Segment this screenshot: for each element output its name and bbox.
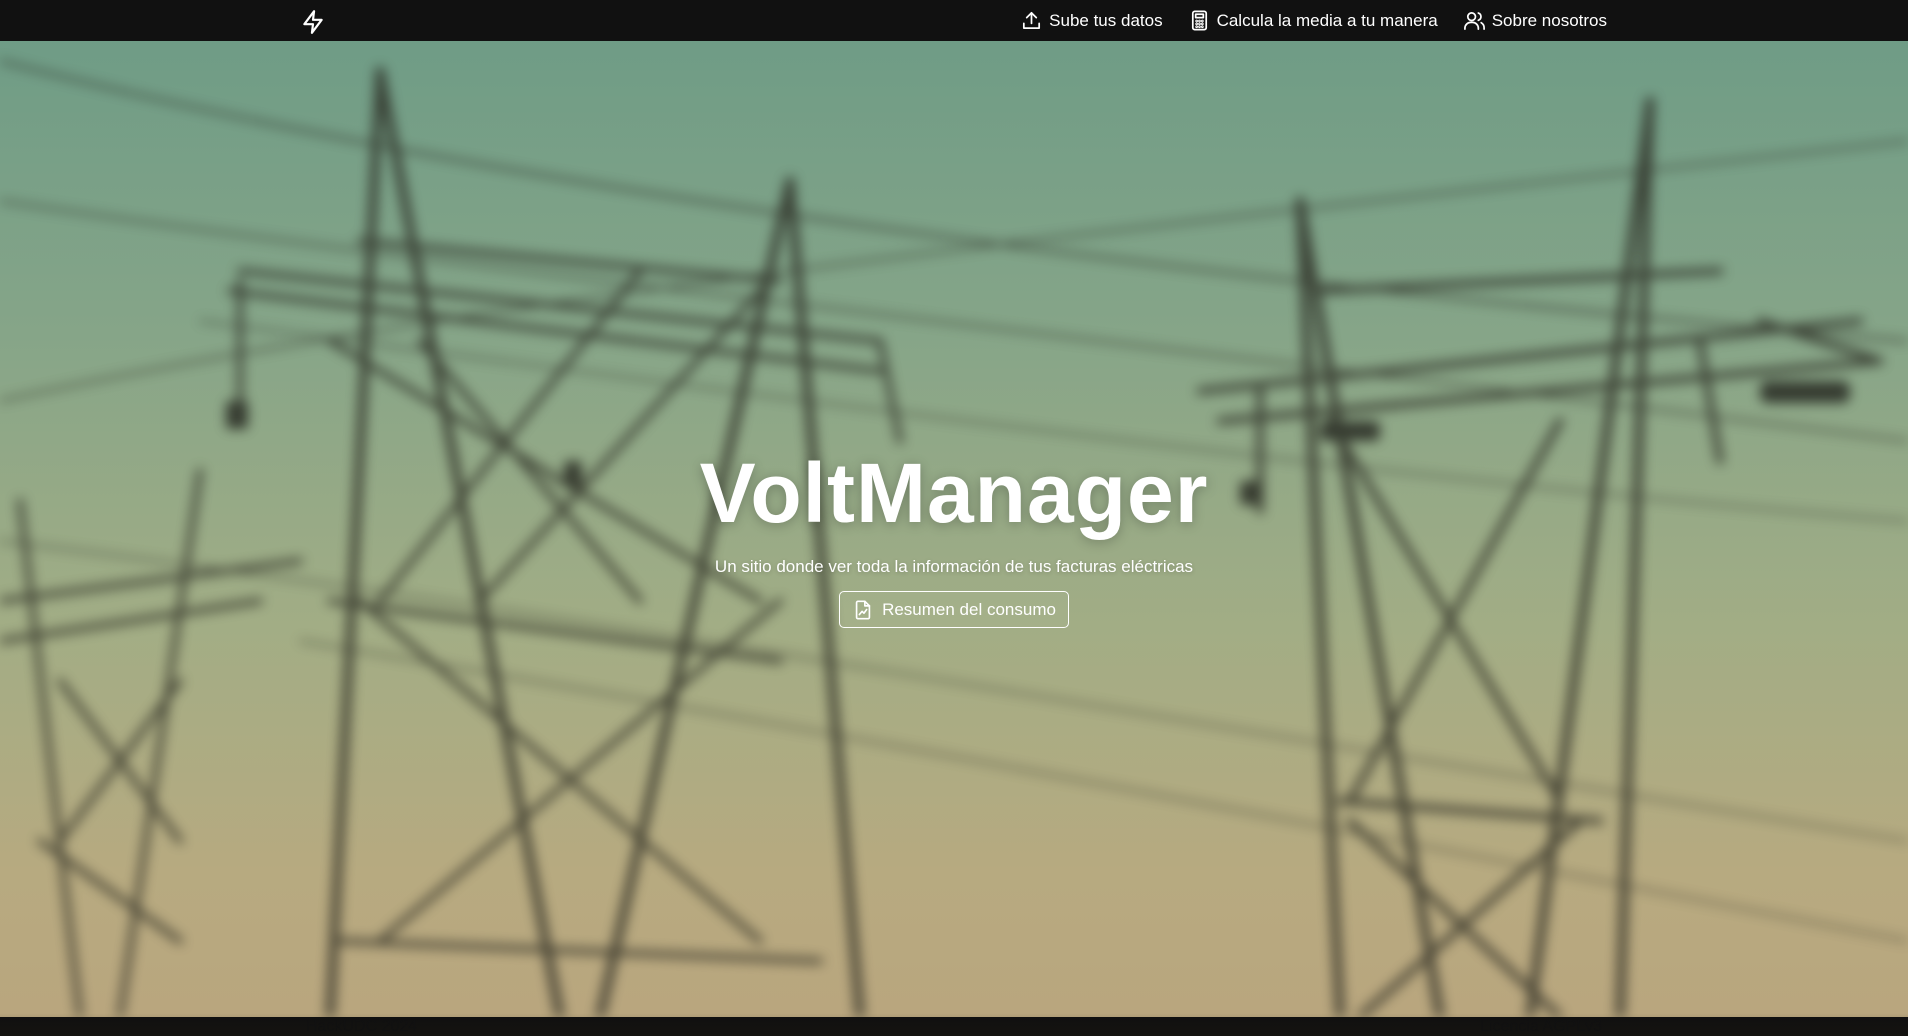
nav-item-upload[interactable]: Sube tus datos bbox=[1020, 9, 1163, 32]
nav-item-label: Sube tus datos bbox=[1049, 10, 1163, 30]
calculator-icon bbox=[1191, 10, 1207, 31]
top-navbar: Sube tus datos Calcula la media a tu man… bbox=[0, 0, 1908, 41]
file-chart-icon bbox=[855, 599, 871, 620]
nav-item-calculate[interactable]: Calcula la media a tu manera bbox=[1188, 9, 1438, 32]
upload-icon bbox=[1023, 11, 1041, 30]
hero-subtitle: Un sitio donde ver toda la información d… bbox=[714, 557, 1194, 576]
main-nav: Sube tus datos Calcula la media a tu man… bbox=[1020, 0, 1607, 41]
page: Sube tus datos Calcula la media a tu man… bbox=[0, 0, 1908, 1036]
hero-section: VoltManager Un sitio donde ver toda la i… bbox=[0, 41, 1908, 1017]
summary-button-label: Resumen del consumo bbox=[882, 599, 1056, 619]
page-title: VoltManager bbox=[699, 446, 1209, 540]
lightning-icon[interactable] bbox=[300, 9, 326, 35]
nav-item-label: Sobre nosotros bbox=[1491, 10, 1607, 30]
hero-content: VoltManager Un sitio donde ver toda la i… bbox=[0, 401, 1908, 628]
footer: HackUDC 2024 Licencia AGPLv3 bbox=[0, 1017, 1908, 1036]
nav-item-label: Calcula la media a tu manera bbox=[1216, 10, 1438, 30]
summary-button[interactable]: Resumen del consumo bbox=[839, 591, 1069, 628]
footer-event-text: HackUDC 2024 bbox=[306, 1018, 418, 1035]
footer-license-text: Licencia AGPLv3 bbox=[1480, 1018, 1602, 1035]
nav-item-about[interactable]: Sobre nosotros bbox=[1463, 9, 1607, 32]
users-icon bbox=[1463, 11, 1485, 30]
